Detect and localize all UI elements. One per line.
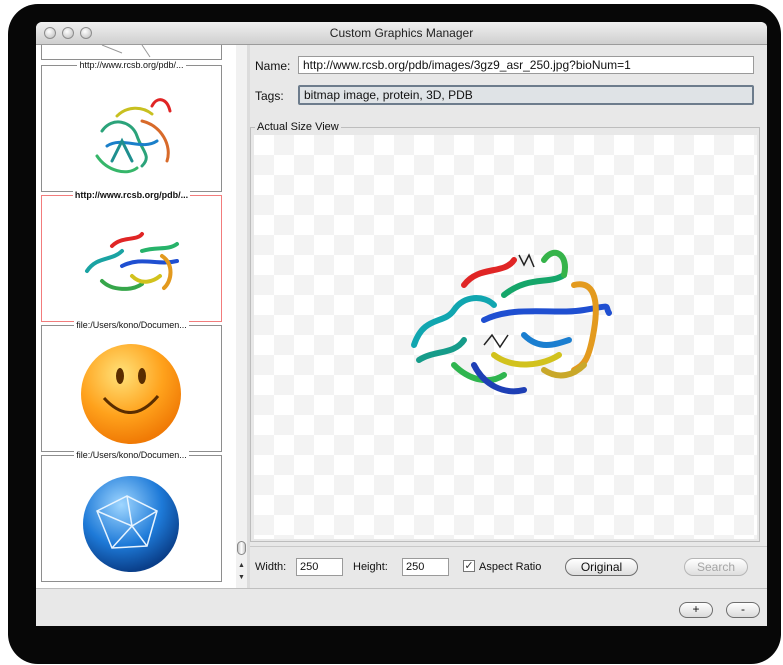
window-title: Custom Graphics Manager (329, 26, 474, 40)
size-controls-bar: Width: 250 Height: 250 ✓ Aspect Ratio Or… (250, 546, 767, 589)
list-item[interactable]: http://www.rcsb.org/pdb/... (41, 60, 222, 192)
protein-structure-icon (95, 98, 172, 174)
aspect-ratio-checkbox[interactable]: ✓ (463, 560, 475, 572)
panel-title: Actual Size View (255, 121, 341, 133)
protein-structure-icon (411, 249, 612, 395)
remove-graphic-button[interactable]: - (726, 602, 760, 618)
preview-canvas (254, 135, 757, 539)
add-graphic-button[interactable]: + (679, 602, 713, 618)
protein-structure-icon (85, 232, 179, 291)
search-button[interactable]: Search (684, 558, 748, 576)
scrollbar-thumb[interactable] (237, 541, 246, 555)
item-label: file:/Users/kono/Documen... (74, 450, 189, 460)
list-item[interactable]: file:/Users/kono/Documen... (41, 450, 222, 582)
height-label: Height: (353, 561, 388, 573)
name-field[interactable]: http://www.rcsb.org/pdb/images/3gz9_asr_… (298, 56, 754, 74)
actual-size-view-panel: Actual Size View (250, 121, 760, 542)
scroll-up-arrow-icon[interactable]: ▲ (236, 560, 247, 571)
width-label: Width: (255, 561, 287, 573)
tags-field[interactable]: bitmap image, protein, 3D, PDB (298, 85, 754, 105)
graphics-list[interactable]: http://www.rcsb.org/pdb/... http://www.r… (36, 44, 237, 588)
original-size-button[interactable]: Original (565, 558, 638, 576)
scroll-down-arrow-icon[interactable]: ▼ (236, 572, 247, 583)
list-item[interactable]: file:/Users/kono/Documen... (41, 320, 222, 452)
aspect-ratio-label: Aspect Ratio (479, 561, 542, 573)
custom-graphics-manager-window: Custom Graphics Manager http://www.rcsb.… (36, 22, 767, 626)
title-bar[interactable]: Custom Graphics Manager (36, 22, 767, 45)
item-label: file:/Users/kono/Documen... (74, 320, 189, 330)
smiley-face-icon (81, 344, 181, 444)
item-label: http://www.rcsb.org/pdb/... (77, 60, 186, 70)
height-field[interactable]: 250 (402, 558, 449, 576)
footer-bar: + - (36, 588, 767, 626)
tags-label: Tags: (255, 89, 284, 103)
list-item-selected[interactable]: http://www.rcsb.org/pdb/... (41, 190, 222, 322)
item-label: http://www.rcsb.org/pdb/... (72, 190, 191, 200)
network-globe-icon (83, 476, 179, 572)
list-item-partial[interactable] (41, 44, 222, 60)
width-field[interactable]: 250 (296, 558, 343, 576)
name-label: Name: (255, 59, 291, 73)
